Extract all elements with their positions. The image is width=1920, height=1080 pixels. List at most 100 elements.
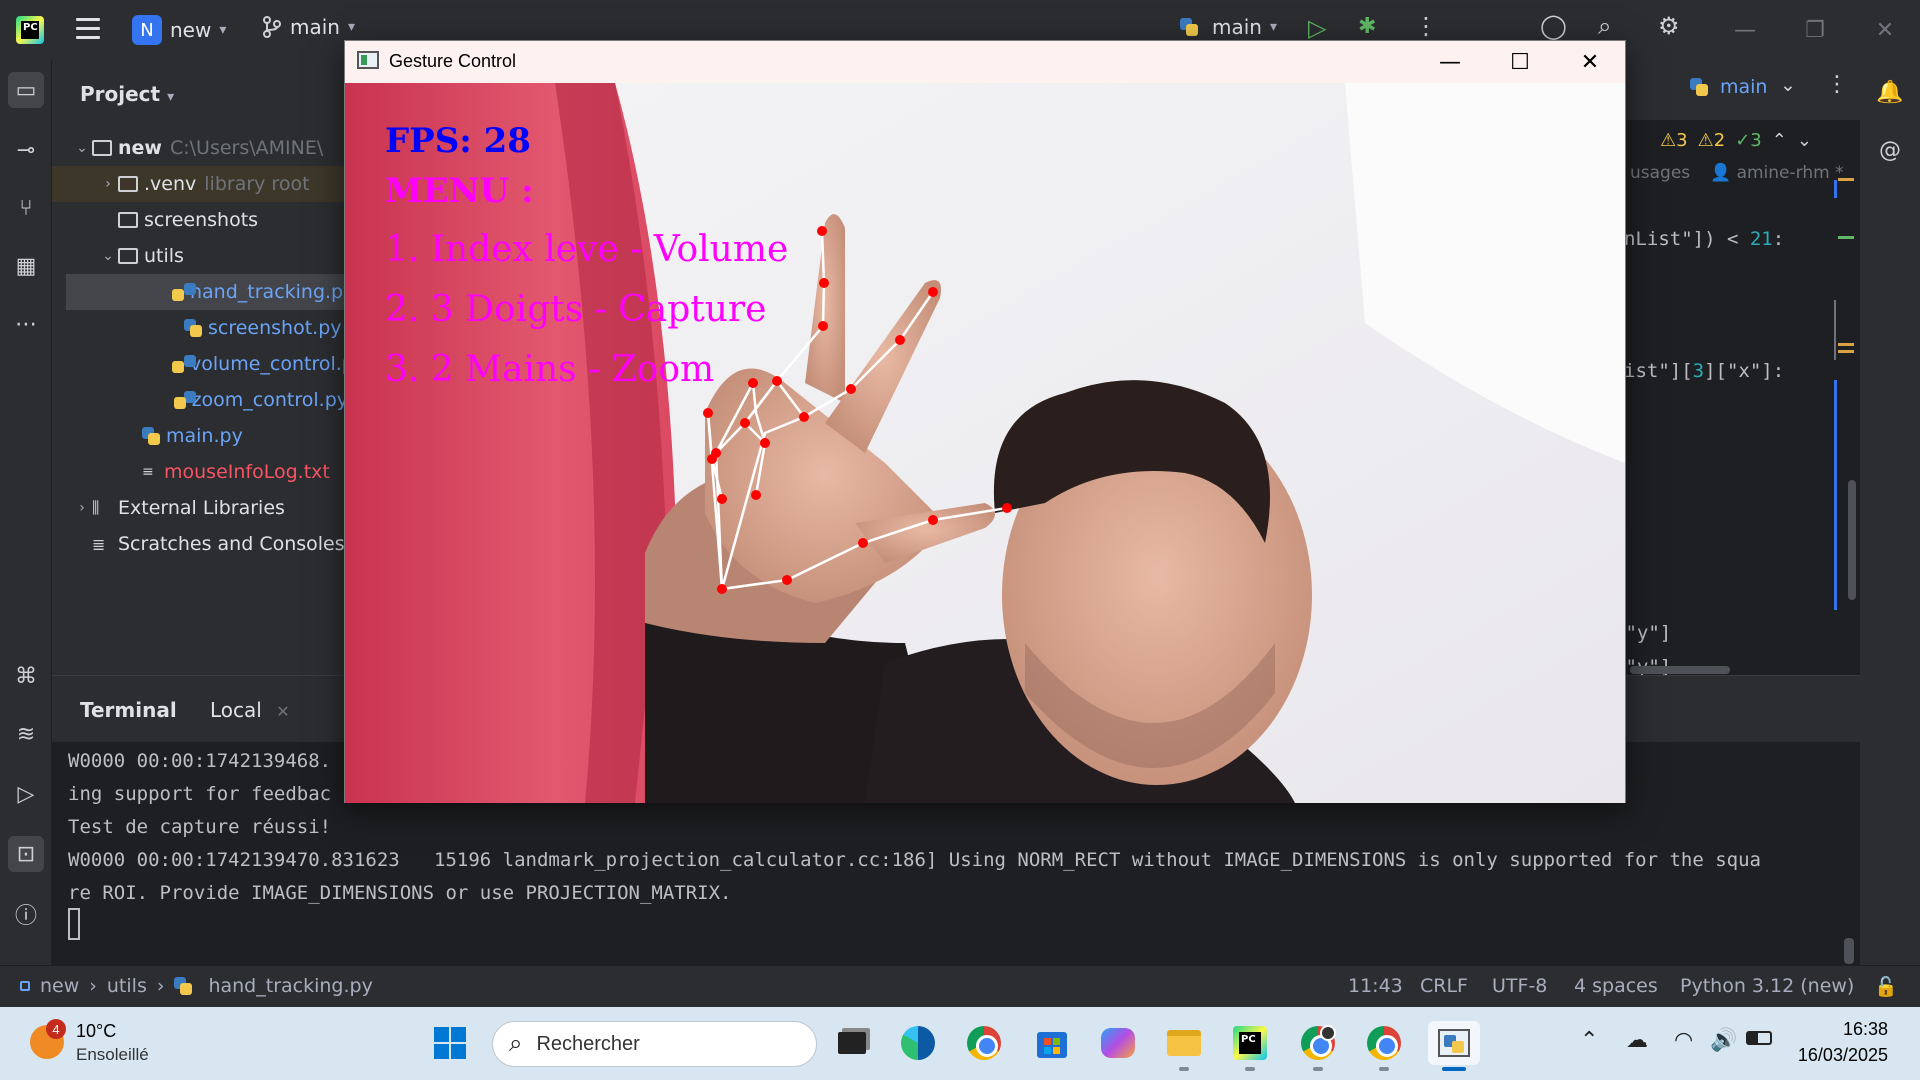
chevron-down-icon: ⌄ bbox=[76, 140, 88, 156]
close-icon[interactable]: ✕ bbox=[1555, 41, 1625, 83]
python-packages-icon[interactable]: ≋ bbox=[8, 716, 44, 752]
run-config-selector[interactable]: main ▾ bbox=[1180, 15, 1277, 39]
settings-icon[interactable]: ⚙ bbox=[1658, 12, 1680, 40]
warning-stripe[interactable] bbox=[1838, 178, 1854, 181]
project-switcher[interactable]: N new ▾ bbox=[132, 15, 226, 45]
volume-icon[interactable]: 🔊 bbox=[1710, 1027, 1737, 1053]
microsoft-store-icon[interactable] bbox=[1030, 1021, 1074, 1065]
breadcrumb-item[interactable]: new bbox=[40, 975, 79, 997]
notifications-icon[interactable]: 🔔 bbox=[1872, 74, 1908, 110]
gesture-window-title-bar[interactable]: Gesture Control — ☐ ✕ bbox=[345, 41, 1625, 83]
problems-icon[interactable]: ⓘ bbox=[8, 896, 44, 932]
commit-tool-icon[interactable]: ⊸ bbox=[8, 132, 44, 168]
caret-position[interactable]: 11:43 bbox=[1348, 975, 1403, 997]
clock-date[interactable]: 16/03/2025 bbox=[1796, 1045, 1888, 1066]
chevron-up-icon[interactable]: ⌃ bbox=[1772, 130, 1787, 151]
copilot-icon[interactable] bbox=[1096, 1021, 1140, 1065]
chrome-icon[interactable] bbox=[1362, 1021, 1406, 1071]
terminal-scrollbar[interactable] bbox=[1844, 938, 1854, 964]
search-icon[interactable]: ⌕ bbox=[1598, 12, 1611, 40]
indent-setting[interactable]: 4 spaces bbox=[1574, 975, 1658, 997]
more-tools-icon[interactable]: ⋯ bbox=[8, 306, 44, 342]
tab-local[interactable]: Local ✕ bbox=[210, 698, 290, 722]
editor-scrollbar[interactable] bbox=[1848, 480, 1856, 600]
project-panel-title[interactable]: Project ▾ bbox=[80, 82, 174, 106]
gutter-change-marker[interactable] bbox=[1834, 300, 1836, 360]
tree-item-hand-tracking[interactable]: hand_tracking.py bbox=[66, 274, 354, 310]
editor-h-scrollbar[interactable] bbox=[1630, 666, 1730, 674]
clock-time[interactable]: 16:38 bbox=[1828, 1019, 1888, 1040]
edge-icon[interactable] bbox=[896, 1021, 940, 1065]
tree-item-screenshot-py[interactable]: screenshot.py bbox=[52, 310, 348, 346]
branch-switcher[interactable]: main ▾ bbox=[262, 15, 355, 39]
debug-icon[interactable]: ✱ bbox=[1358, 14, 1376, 39]
gesture-control-window[interactable]: Gesture Control — ☐ ✕ FPS: 28 MENU: 1. … bbox=[344, 40, 1626, 803]
maximize-icon[interactable]: ☐ bbox=[1485, 41, 1555, 83]
ai-assistant-icon[interactable]: @ bbox=[1872, 132, 1908, 168]
minimize-icon[interactable]: — bbox=[1710, 0, 1780, 60]
tree-item-mouseinfolog[interactable]: ≡ mouseInfoLog.txt bbox=[52, 454, 348, 490]
close-icon[interactable]: ✕ bbox=[1850, 0, 1920, 60]
tree-item-root[interactable]: ⌄ new C:\Users\AMINE\ bbox=[52, 130, 348, 166]
python-app-taskbar-icon[interactable] bbox=[1428, 1021, 1480, 1071]
chevron-down-icon[interactable]: ⌄ bbox=[1797, 130, 1812, 151]
tree-item-external-libraries[interactable]: › ⫼ External Libraries bbox=[52, 490, 348, 526]
line-separator[interactable]: CRLF bbox=[1420, 975, 1468, 997]
tree-item-label: External Libraries bbox=[118, 497, 285, 519]
main-menu-icon[interactable] bbox=[76, 18, 100, 40]
gesture-window-title: Gesture Control bbox=[389, 51, 517, 71]
onedrive-icon[interactable]: ☁ bbox=[1626, 1027, 1648, 1053]
account-icon[interactable]: ◯ bbox=[1540, 12, 1567, 40]
search-placeholder: Rechercher bbox=[536, 1032, 640, 1055]
wifi-icon[interactable]: ◠ bbox=[1674, 1027, 1693, 1053]
close-icon[interactable]: ✕ bbox=[276, 702, 289, 721]
lock-icon[interactable]: 🔓 bbox=[1874, 975, 1898, 998]
terminal-tool-icon[interactable]: ⊡ bbox=[8, 836, 44, 872]
pull-requests-icon[interactable]: ⑂ bbox=[8, 190, 44, 226]
pycharm-taskbar-icon[interactable]: PC bbox=[1228, 1021, 1272, 1071]
chevron-up-icon[interactable]: ⌃ bbox=[1580, 1027, 1598, 1053]
weather-temp[interactable]: 10°C bbox=[76, 1021, 116, 1042]
gutter-change-marker[interactable] bbox=[1834, 380, 1837, 610]
tree-item-main-py[interactable]: main.py bbox=[52, 418, 348, 454]
restore-icon[interactable]: ❐ bbox=[1780, 0, 1850, 60]
chrome-profile-icon[interactable] bbox=[1296, 1021, 1340, 1071]
taskbar-search[interactable]: ⌕ Rechercher bbox=[492, 1021, 817, 1067]
code-vision-usages[interactable]: usages bbox=[1630, 163, 1690, 183]
tree-item-utils[interactable]: ⌄ utils bbox=[52, 238, 348, 274]
weather-desc[interactable]: Ensoleillé bbox=[76, 1045, 149, 1065]
breadcrumb-item[interactable]: utils bbox=[107, 975, 147, 997]
change-stripe[interactable] bbox=[1838, 236, 1854, 239]
file-explorer-icon[interactable] bbox=[1162, 1021, 1206, 1071]
chrome-icon[interactable] bbox=[962, 1021, 1006, 1065]
services-icon[interactable]: ▷ bbox=[8, 776, 44, 812]
structure-icon[interactable]: ▦ bbox=[8, 248, 44, 284]
minimize-icon[interactable]: — bbox=[1415, 41, 1485, 83]
project-tool-icon[interactable]: ▭ bbox=[8, 72, 44, 108]
tree-item-zoom-control[interactable]: zoom_control.py bbox=[52, 382, 348, 418]
battery-icon[interactable] bbox=[1746, 1031, 1772, 1045]
editor-run-config[interactable]: main bbox=[1690, 76, 1767, 98]
run-icon[interactable]: ▷ bbox=[1308, 14, 1326, 42]
breadcrumb-item[interactable]: hand_tracking.py bbox=[208, 975, 372, 997]
start-button[interactable] bbox=[428, 1021, 472, 1065]
camera-frame-image bbox=[345, 83, 1625, 803]
gutter-change-marker[interactable] bbox=[1834, 180, 1837, 198]
task-view-icon[interactable] bbox=[830, 1021, 874, 1065]
chevron-down-icon[interactable]: ⌄ bbox=[1780, 74, 1796, 96]
inspection-widget[interactable]: ⚠3 ⚠2 ✓3 ⌃ ⌄ bbox=[1660, 130, 1812, 151]
tree-item-screenshots[interactable]: screenshots bbox=[52, 202, 348, 238]
tree-item-volume-control[interactable]: volume_control.py bbox=[52, 346, 365, 382]
tree-item-label: volume_control.py bbox=[190, 353, 366, 375]
file-encoding[interactable]: UTF-8 bbox=[1492, 975, 1547, 997]
tree-item-scratches[interactable]: ≣ Scratches and Consoles bbox=[52, 526, 348, 562]
code-vision-author[interactable]: 👤 amine-rhm * bbox=[1710, 163, 1844, 183]
python-console-icon[interactable]: ⌘ bbox=[8, 658, 44, 694]
python-interpreter[interactable]: Python 3.12 (new) bbox=[1680, 975, 1854, 997]
warning-stripe[interactable] bbox=[1838, 343, 1854, 346]
more-actions-icon[interactable]: ⋮ bbox=[1826, 72, 1848, 97]
warning-stripe[interactable] bbox=[1838, 350, 1854, 353]
pycharm-logo-icon: PC bbox=[16, 16, 44, 44]
tree-item-venv[interactable]: › .venv library root bbox=[52, 166, 348, 202]
more-actions-icon[interactable]: ⋮ bbox=[1414, 12, 1438, 40]
